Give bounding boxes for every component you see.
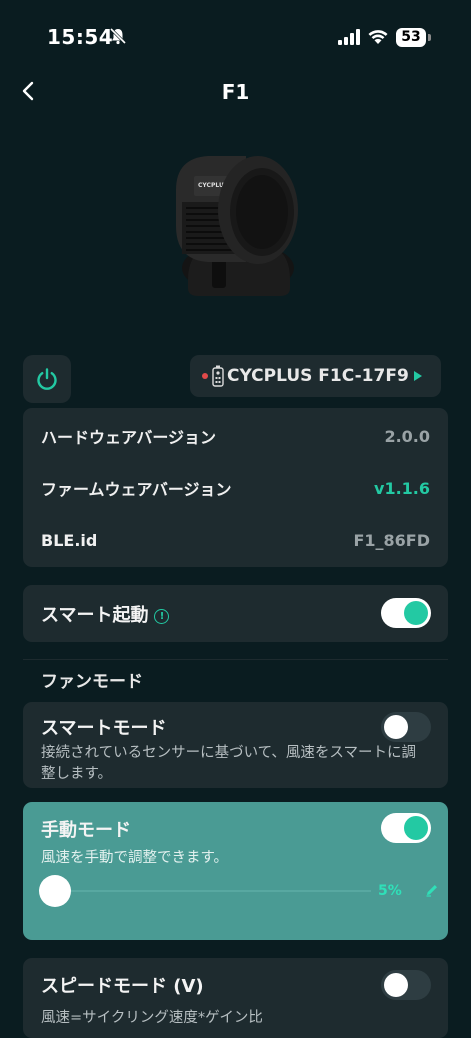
battery-tip	[428, 34, 431, 41]
connection-status-dot	[202, 373, 208, 379]
smart-start-card: スマート起動!	[23, 585, 448, 642]
manual-mode-description: 風速を手動で調整できます。	[41, 850, 229, 866]
hardware-version-row: ハードウェアバージョン 2.0.0	[41, 421, 430, 451]
firmware-version-value[interactable]: v1.1.6	[374, 479, 430, 498]
firmware-version-row[interactable]: ファームウェアバージョン v1.1.6	[41, 473, 430, 503]
smart-start-toggle[interactable]	[381, 598, 431, 628]
speed-mode-description: 風速=サイクリング速度*ゲイン比	[41, 1010, 263, 1026]
device-name: CYCPLUS F1C-17F9	[227, 366, 409, 386]
smart-mode-toggle[interactable]	[381, 712, 431, 742]
play-arrow-icon	[413, 371, 422, 381]
fan-speed-percent: 5%	[378, 883, 402, 899]
toggle-knob	[404, 816, 428, 840]
fan-speed-slider-thumb[interactable]	[39, 875, 71, 907]
fan-mode-section-title: ファンモード	[41, 672, 143, 692]
speed-mode-toggle[interactable]	[381, 970, 431, 1000]
info-icon[interactable]: !	[154, 608, 170, 624]
pencil-icon[interactable]	[425, 883, 439, 897]
toggle-knob	[404, 601, 428, 625]
manual-mode-title: 手動モード	[41, 820, 131, 841]
firmware-version-label: ファームウェアバージョン	[41, 480, 232, 499]
fan-device-image: CYCPLUS	[176, 156, 298, 296]
page-title: F1	[221, 80, 250, 104]
bell-muted-icon	[109, 27, 127, 45]
ble-id-value: F1_86FD	[353, 530, 430, 550]
manual-mode-card[interactable]: 手動モード 風速を手動で調整できます。 5%	[23, 802, 448, 940]
hardware-version-value: 2.0.0	[384, 426, 430, 446]
speed-mode-title: スピードモード (V)	[41, 976, 204, 997]
fan-speed-slider-track[interactable]	[41, 890, 371, 892]
smart-start-row: スマート起動!	[41, 601, 170, 627]
smart-mode-description: 接続されているセンサーに基づいて、風速をスマートに調整します。	[41, 745, 416, 782]
smart-mode-title: スマートモード	[41, 718, 167, 739]
hardware-version-label: ハードウェアバージョン	[41, 428, 217, 447]
speed-mode-card[interactable]: スピードモード (V) 風速=サイクリング速度*ゲイン比	[23, 958, 448, 1038]
device-info-card: ハードウェアバージョン 2.0.0 ファームウェアバージョン v1.1.6 BL…	[23, 408, 448, 567]
ble-id-label: BLE.id	[41, 530, 98, 550]
status-bar: 15:54 53	[0, 0, 471, 70]
smart-start-label: スマート起動	[41, 605, 149, 626]
remote-icon	[212, 365, 224, 387]
toggle-knob	[384, 973, 408, 997]
device-selector[interactable]: CYCPLUS F1C-17F9	[190, 355, 441, 397]
smart-mode-card[interactable]: スマートモード 接続されているセンサーに基づいて、風速をスマートに調整します。	[23, 702, 448, 788]
wifi-icon	[368, 30, 388, 44]
power-button[interactable]	[23, 355, 71, 403]
battery-indicator: 53	[396, 28, 426, 47]
divider	[23, 659, 448, 660]
cellular-signal-icon	[338, 29, 360, 45]
toggle-knob	[384, 715, 408, 739]
status-time: 15:54	[47, 25, 114, 49]
manual-mode-toggle[interactable]	[381, 813, 431, 843]
power-icon	[37, 368, 57, 390]
ble-id-row: BLE.id F1_86FD	[41, 525, 430, 555]
